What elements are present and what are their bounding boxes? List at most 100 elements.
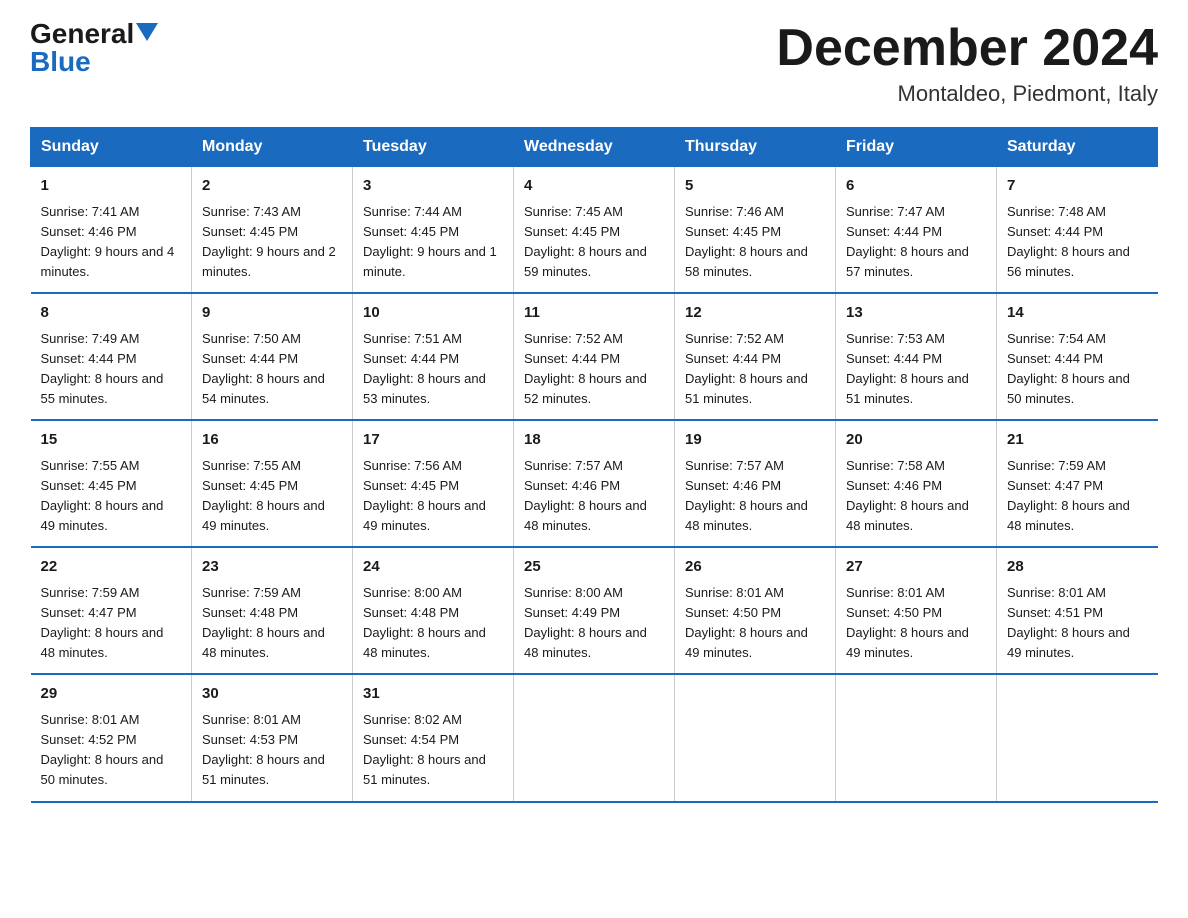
table-row: 11 Sunrise: 7:52 AMSunset: 4:44 PMDaylig… — [514, 293, 675, 420]
month-title: December 2024 — [776, 20, 1158, 77]
day-number: 27 — [846, 556, 986, 579]
day-number: 20 — [846, 429, 986, 452]
day-info: Sunrise: 8:01 AMSunset: 4:53 PMDaylight:… — [202, 712, 325, 787]
table-row: 8 Sunrise: 7:49 AMSunset: 4:44 PMDayligh… — [31, 293, 192, 420]
day-info: Sunrise: 7:57 AMSunset: 4:46 PMDaylight:… — [685, 458, 808, 533]
day-number: 6 — [846, 175, 986, 198]
table-row: 21 Sunrise: 7:59 AMSunset: 4:47 PMDaylig… — [997, 420, 1158, 547]
table-row: 6 Sunrise: 7:47 AMSunset: 4:44 PMDayligh… — [836, 167, 997, 294]
title-block: December 2024 Montaldeo, Piedmont, Italy — [776, 20, 1158, 107]
table-row: 30 Sunrise: 8:01 AMSunset: 4:53 PMDaylig… — [192, 674, 353, 801]
day-number: 22 — [41, 556, 182, 579]
table-row: 18 Sunrise: 7:57 AMSunset: 4:46 PMDaylig… — [514, 420, 675, 547]
day-number: 1 — [41, 175, 182, 198]
table-row: 7 Sunrise: 7:48 AMSunset: 4:44 PMDayligh… — [997, 167, 1158, 294]
day-info: Sunrise: 8:02 AMSunset: 4:54 PMDaylight:… — [363, 712, 486, 787]
table-row: 17 Sunrise: 7:56 AMSunset: 4:45 PMDaylig… — [353, 420, 514, 547]
day-number: 3 — [363, 175, 503, 198]
day-info: Sunrise: 7:51 AMSunset: 4:44 PMDaylight:… — [363, 331, 486, 406]
day-number: 26 — [685, 556, 825, 579]
calendar-week-row: 15 Sunrise: 7:55 AMSunset: 4:45 PMDaylig… — [31, 420, 1158, 547]
day-info: Sunrise: 7:53 AMSunset: 4:44 PMDaylight:… — [846, 331, 969, 406]
day-number: 25 — [524, 556, 664, 579]
day-info: Sunrise: 7:57 AMSunset: 4:46 PMDaylight:… — [524, 458, 647, 533]
day-number: 14 — [1007, 302, 1148, 325]
day-info: Sunrise: 8:01 AMSunset: 4:50 PMDaylight:… — [685, 585, 808, 660]
day-number: 21 — [1007, 429, 1148, 452]
table-row — [514, 674, 675, 801]
day-info: Sunrise: 8:01 AMSunset: 4:52 PMDaylight:… — [41, 712, 164, 787]
col-thursday: Thursday — [675, 128, 836, 167]
col-friday: Friday — [836, 128, 997, 167]
day-info: Sunrise: 7:56 AMSunset: 4:45 PMDaylight:… — [363, 458, 486, 533]
calendar-week-row: 29 Sunrise: 8:01 AMSunset: 4:52 PMDaylig… — [31, 674, 1158, 801]
table-row: 10 Sunrise: 7:51 AMSunset: 4:44 PMDaylig… — [353, 293, 514, 420]
day-number: 24 — [363, 556, 503, 579]
col-tuesday: Tuesday — [353, 128, 514, 167]
day-info: Sunrise: 7:44 AMSunset: 4:45 PMDaylight:… — [363, 204, 497, 279]
table-row: 15 Sunrise: 7:55 AMSunset: 4:45 PMDaylig… — [31, 420, 192, 547]
table-row: 19 Sunrise: 7:57 AMSunset: 4:46 PMDaylig… — [675, 420, 836, 547]
table-row: 4 Sunrise: 7:45 AMSunset: 4:45 PMDayligh… — [514, 167, 675, 294]
table-row: 9 Sunrise: 7:50 AMSunset: 4:44 PMDayligh… — [192, 293, 353, 420]
calendar-week-row: 22 Sunrise: 7:59 AMSunset: 4:47 PMDaylig… — [31, 547, 1158, 674]
table-row: 27 Sunrise: 8:01 AMSunset: 4:50 PMDaylig… — [836, 547, 997, 674]
page-header: General Blue December 2024 Montaldeo, Pi… — [30, 20, 1158, 107]
table-row — [997, 674, 1158, 801]
table-row — [675, 674, 836, 801]
table-row: 31 Sunrise: 8:02 AMSunset: 4:54 PMDaylig… — [353, 674, 514, 801]
logo-blue-text: Blue — [30, 48, 91, 76]
day-number: 12 — [685, 302, 825, 325]
day-info: Sunrise: 7:59 AMSunset: 4:47 PMDaylight:… — [1007, 458, 1130, 533]
col-wednesday: Wednesday — [514, 128, 675, 167]
calendar-header-row: Sunday Monday Tuesday Wednesday Thursday… — [31, 128, 1158, 167]
day-info: Sunrise: 7:55 AMSunset: 4:45 PMDaylight:… — [41, 458, 164, 533]
table-row — [836, 674, 997, 801]
table-row: 5 Sunrise: 7:46 AMSunset: 4:45 PMDayligh… — [675, 167, 836, 294]
day-info: Sunrise: 7:52 AMSunset: 4:44 PMDaylight:… — [685, 331, 808, 406]
day-info: Sunrise: 8:00 AMSunset: 4:49 PMDaylight:… — [524, 585, 647, 660]
table-row: 1 Sunrise: 7:41 AMSunset: 4:46 PMDayligh… — [31, 167, 192, 294]
day-number: 8 — [41, 302, 182, 325]
table-row: 3 Sunrise: 7:44 AMSunset: 4:45 PMDayligh… — [353, 167, 514, 294]
table-row: 12 Sunrise: 7:52 AMSunset: 4:44 PMDaylig… — [675, 293, 836, 420]
table-row: 22 Sunrise: 7:59 AMSunset: 4:47 PMDaylig… — [31, 547, 192, 674]
day-number: 4 — [524, 175, 664, 198]
table-row: 14 Sunrise: 7:54 AMSunset: 4:44 PMDaylig… — [997, 293, 1158, 420]
table-row: 24 Sunrise: 8:00 AMSunset: 4:48 PMDaylig… — [353, 547, 514, 674]
day-info: Sunrise: 7:54 AMSunset: 4:44 PMDaylight:… — [1007, 331, 1130, 406]
col-monday: Monday — [192, 128, 353, 167]
table-row: 29 Sunrise: 8:01 AMSunset: 4:52 PMDaylig… — [31, 674, 192, 801]
day-info: Sunrise: 7:47 AMSunset: 4:44 PMDaylight:… — [846, 204, 969, 279]
day-info: Sunrise: 7:41 AMSunset: 4:46 PMDaylight:… — [41, 204, 175, 279]
table-row: 26 Sunrise: 8:01 AMSunset: 4:50 PMDaylig… — [675, 547, 836, 674]
day-info: Sunrise: 8:01 AMSunset: 4:51 PMDaylight:… — [1007, 585, 1130, 660]
logo-triangle-icon — [136, 23, 158, 41]
day-info: Sunrise: 7:45 AMSunset: 4:45 PMDaylight:… — [524, 204, 647, 279]
table-row: 2 Sunrise: 7:43 AMSunset: 4:45 PMDayligh… — [192, 167, 353, 294]
day-info: Sunrise: 7:58 AMSunset: 4:46 PMDaylight:… — [846, 458, 969, 533]
day-info: Sunrise: 8:01 AMSunset: 4:50 PMDaylight:… — [846, 585, 969, 660]
day-info: Sunrise: 7:52 AMSunset: 4:44 PMDaylight:… — [524, 331, 647, 406]
day-info: Sunrise: 7:50 AMSunset: 4:44 PMDaylight:… — [202, 331, 325, 406]
day-info: Sunrise: 7:48 AMSunset: 4:44 PMDaylight:… — [1007, 204, 1130, 279]
day-number: 15 — [41, 429, 182, 452]
day-info: Sunrise: 7:46 AMSunset: 4:45 PMDaylight:… — [685, 204, 808, 279]
day-number: 31 — [363, 683, 503, 706]
table-row: 20 Sunrise: 7:58 AMSunset: 4:46 PMDaylig… — [836, 420, 997, 547]
day-number: 5 — [685, 175, 825, 198]
day-number: 7 — [1007, 175, 1148, 198]
col-sunday: Sunday — [31, 128, 192, 167]
table-row: 28 Sunrise: 8:01 AMSunset: 4:51 PMDaylig… — [997, 547, 1158, 674]
table-row: 13 Sunrise: 7:53 AMSunset: 4:44 PMDaylig… — [836, 293, 997, 420]
day-number: 18 — [524, 429, 664, 452]
day-info: Sunrise: 8:00 AMSunset: 4:48 PMDaylight:… — [363, 585, 486, 660]
calendar-table: Sunday Monday Tuesday Wednesday Thursday… — [30, 127, 1158, 802]
day-number: 30 — [202, 683, 342, 706]
day-number: 2 — [202, 175, 342, 198]
day-info: Sunrise: 7:59 AMSunset: 4:48 PMDaylight:… — [202, 585, 325, 660]
day-number: 23 — [202, 556, 342, 579]
table-row: 25 Sunrise: 8:00 AMSunset: 4:49 PMDaylig… — [514, 547, 675, 674]
calendar-week-row: 8 Sunrise: 7:49 AMSunset: 4:44 PMDayligh… — [31, 293, 1158, 420]
day-number: 16 — [202, 429, 342, 452]
